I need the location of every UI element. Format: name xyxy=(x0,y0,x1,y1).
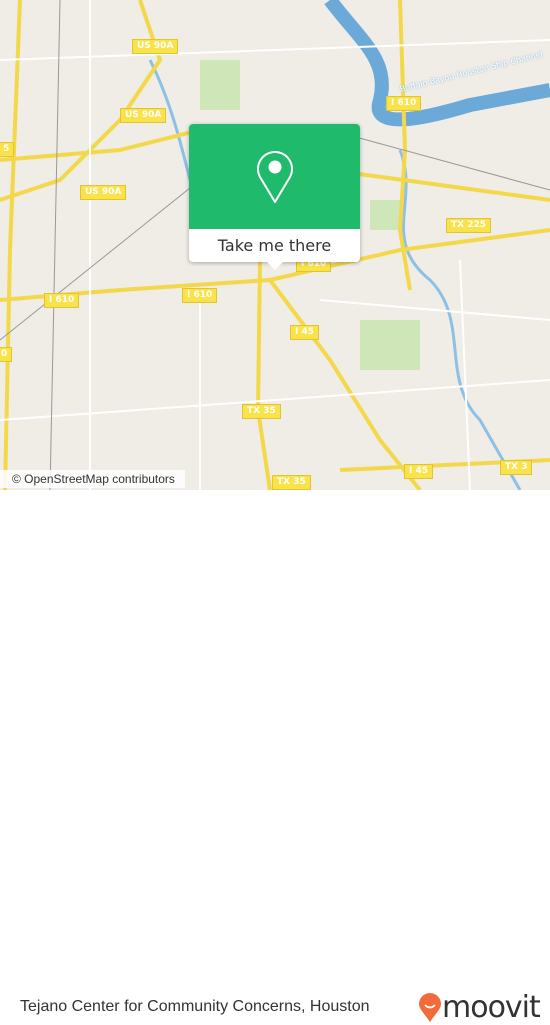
road-label: US 90A xyxy=(132,39,179,54)
road-label: TX 3 xyxy=(500,460,533,475)
road-label: I 610 xyxy=(44,293,80,308)
road-label: I 45 xyxy=(404,464,434,479)
moovit-wordmark: moovit xyxy=(442,990,541,1025)
map-pin-icon xyxy=(256,150,293,203)
popup-header xyxy=(189,124,360,229)
road-label: 0 xyxy=(0,347,13,362)
popup-pointer xyxy=(267,262,283,270)
location-popup: Take me there xyxy=(189,124,360,270)
road-label: 5 xyxy=(0,142,15,157)
road-label: US 90A xyxy=(120,108,167,123)
take-me-there-button[interactable]: Take me there xyxy=(189,229,360,262)
moovit-pin-icon xyxy=(419,992,441,1022)
road-label: US 90A xyxy=(80,185,127,200)
road-label: TX 225 xyxy=(446,218,491,233)
park xyxy=(370,200,400,230)
park xyxy=(360,320,420,370)
road-label: I 45 xyxy=(290,325,320,340)
place-title: Tejano Center for Community Concerns, Ho… xyxy=(20,998,370,1015)
road-label: I 610 xyxy=(182,288,218,303)
moovit-logo[interactable]: moovit xyxy=(418,990,541,1025)
footer: Tejano Center for Community Concerns, Ho… xyxy=(0,490,550,1025)
road-label: I 610 xyxy=(386,96,422,111)
road-label: TX 35 xyxy=(242,404,281,419)
attribution[interactable]: © OpenStreetMap contributors xyxy=(0,470,185,488)
park xyxy=(200,60,240,110)
road-label: TX 35 xyxy=(272,475,311,490)
